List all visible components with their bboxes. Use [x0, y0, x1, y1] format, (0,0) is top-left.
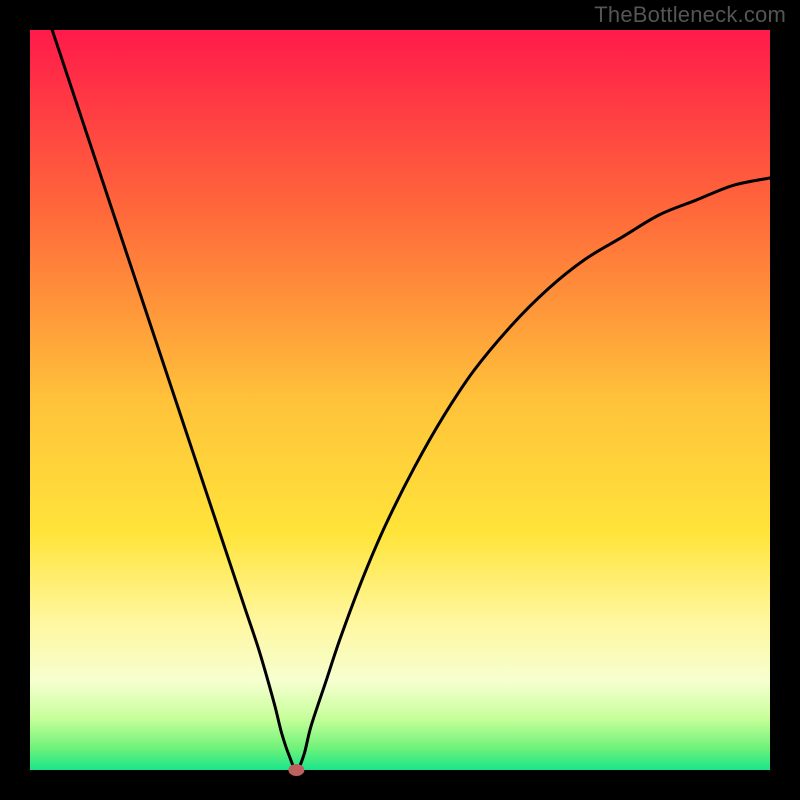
optimum-marker	[288, 764, 304, 776]
watermark: TheBottleneck.com	[594, 2, 786, 28]
plot-background	[30, 30, 770, 770]
bottleneck-chart	[0, 0, 800, 800]
chart-frame: TheBottleneck.com	[0, 0, 800, 800]
